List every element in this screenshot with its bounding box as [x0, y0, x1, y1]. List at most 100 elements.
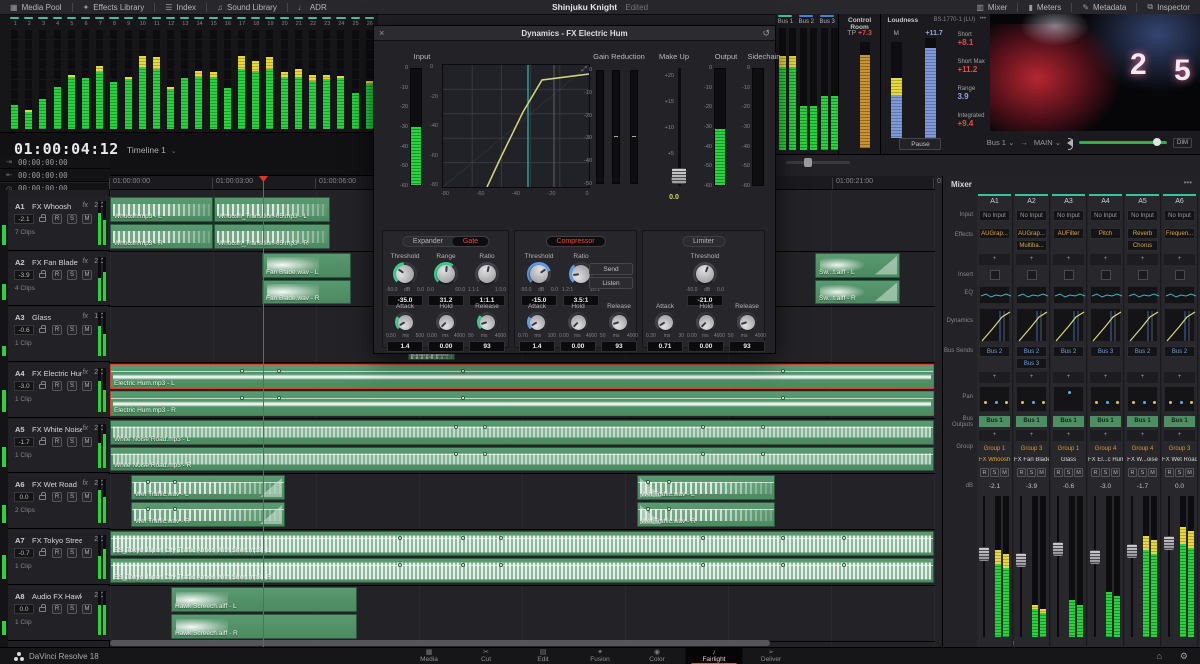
add-output-button[interactable]: +: [1127, 430, 1158, 441]
strip-insert-toggle[interactable]: [1064, 270, 1074, 280]
automation-point[interactable]: [842, 536, 846, 540]
audio-clip[interactable]: White Noise Road.mp3 - L: [110, 420, 934, 445]
track-solo-button[interactable]: S: [67, 381, 77, 391]
automation-point[interactable]: [240, 396, 244, 400]
fader-handle[interactable]: [979, 547, 989, 561]
track-header-a8[interactable]: A8Audio FX Hawk Sc...2.00.0RSM1 Clip: [8, 586, 110, 641]
audio-clip[interactable]: Whoosh_Transition-05.mp3 - R: [214, 224, 330, 249]
track-mute-button[interactable]: M: [82, 492, 92, 502]
automation-point[interactable]: [398, 563, 402, 567]
monitor-bus-select[interactable]: Bus 1 ⌄: [987, 138, 1015, 147]
strip-bus-output[interactable]: Bus 1: [1016, 416, 1047, 427]
lock-icon[interactable]: [39, 217, 46, 222]
strip-effect-plugin[interactable]: Multiba...: [1016, 240, 1047, 251]
strip-dynamics-thumbnail[interactable]: [1016, 308, 1047, 342]
track-solo-button[interactable]: S: [67, 214, 77, 224]
automation-point[interactable]: [454, 452, 458, 456]
dynamics-dialog-titlebar[interactable]: × Dynamics - FX Electric Hum ↺: [374, 26, 775, 41]
audio-clip[interactable]: Electric Hum.mp3 - R: [110, 391, 934, 416]
home-icon[interactable]: ⌂: [1156, 651, 1161, 662]
track-header-a3[interactable]: A3Glassfx1.0-0.6RSM1 Clip: [8, 307, 110, 362]
mixer-button[interactable]: ▥ Mixer: [966, 0, 1017, 15]
lock-icon[interactable]: [39, 384, 46, 389]
strip-bus-output[interactable]: Bus 1: [1164, 416, 1195, 427]
limiter-release-knob[interactable]: Release 50 ms 4000 93: [727, 303, 767, 352]
limiter-attack-knob[interactable]: Attack 0.30 ms 30 0.71: [645, 303, 685, 352]
strip-insert-toggle[interactable]: [990, 270, 1000, 280]
strip-bus-output[interactable]: Bus 1: [1053, 416, 1084, 427]
index-button[interactable]: ☰ Index: [155, 0, 206, 15]
gate-tab[interactable]: Gate: [453, 237, 488, 246]
strip-bus-send[interactable]: Bus 3: [1090, 346, 1121, 357]
audio-clip[interactable]: Wet Traffic.wav - R: [131, 502, 285, 527]
track-header-a5[interactable]: A5FX White Noisefx2.0-1.7RSM1 Clip: [8, 419, 110, 473]
audio-clip[interactable]: Fan Blade.wav - R: [262, 280, 351, 305]
strip-pan-control[interactable]: [1164, 386, 1195, 412]
page-tab-media[interactable]: ▦ Media: [401, 648, 458, 664]
compressor-tab[interactable]: Compressor: [546, 237, 604, 246]
send-button[interactable]: Send: [589, 263, 633, 275]
strip-pan-control[interactable]: [979, 386, 1010, 412]
automation-point[interactable]: [483, 452, 487, 456]
audio-clip[interactable]: Hawk Screech.aiff - L: [171, 587, 357, 612]
dim-button[interactable]: DIM: [1173, 138, 1192, 148]
fade-handle[interactable]: [875, 256, 897, 275]
strip-group-assign[interactable]: Group 3: [1164, 444, 1195, 455]
automation-point[interactable]: [842, 563, 846, 567]
fader-handle[interactable]: [1090, 550, 1100, 564]
audio-clip[interactable]: Electric Hum.mp3 - L: [110, 364, 934, 389]
automation-point[interactable]: [781, 536, 785, 540]
automation-point[interactable]: [761, 425, 765, 429]
track-mute-button[interactable]: M: [82, 381, 92, 391]
track-record-arm-button[interactable]: R: [52, 604, 62, 614]
strip-solo-button[interactable]: S: [1175, 468, 1184, 477]
compressor-attack-knob[interactable]: Attack 0.70 ms 100 1.4: [517, 303, 557, 352]
automation-point[interactable]: [277, 396, 281, 400]
strip-solo-button[interactable]: S: [990, 468, 999, 477]
strip-bus-send[interactable]: Bus 2: [1053, 346, 1084, 357]
audio-clip[interactable]: Whoosh.mp3 - L: [110, 197, 213, 222]
strip-record-button[interactable]: R: [1128, 468, 1137, 477]
strip-solo-button[interactable]: S: [1138, 468, 1147, 477]
pause-button[interactable]: Pause: [899, 138, 941, 150]
audio-clip[interactable]: White Noise Road.mp3 - R: [110, 447, 934, 472]
strip-pan-control[interactable]: [1090, 386, 1121, 412]
strip-effect-plugin[interactable]: AUGrap...: [979, 228, 1010, 239]
strip-bus-output[interactable]: Bus 1: [979, 416, 1010, 427]
audio-clip[interactable]: Whoosh_Transition-05.mp3 - L: [214, 197, 330, 222]
add-send-button[interactable]: +: [1164, 372, 1195, 383]
strip-mute-button[interactable]: M: [1074, 468, 1083, 477]
automation-point[interactable]: [146, 507, 150, 511]
timeline-zoom-slider[interactable]: [786, 161, 850, 164]
track-record-arm-button[interactable]: R: [52, 492, 62, 502]
mixer-strip-a1[interactable]: A1 No Input AUGrap... + Bus 2 + Bus 1 + Group 1F…: [977, 194, 1013, 647]
limiter-threshold-knob[interactable]: Threshold -50.0 dB 0.0 -21.0: [685, 253, 725, 306]
listen-button[interactable]: Listen: [589, 277, 633, 289]
strip-dynamics-thumbnail[interactable]: [1053, 308, 1084, 342]
mixer-strip-a6[interactable]: A6 No Input Frequen... + Bus 2 + Bus 1 + Group 3…: [1162, 194, 1198, 647]
gate-attack-knob[interactable]: Attack 0.50 ms 500 1.4: [385, 303, 425, 352]
track-mute-button[interactable]: M: [82, 548, 92, 558]
automation-point[interactable]: [454, 425, 458, 429]
track-mute-button[interactable]: M: [82, 437, 92, 447]
page-tab-deliver[interactable]: ➢ Deliver: [743, 648, 800, 664]
automation-point[interactable]: [761, 452, 765, 456]
strip-record-button[interactable]: R: [980, 468, 989, 477]
mixer-strip-a5[interactable]: A5 No Input Reverb Chorus + Bus 2 + Bus 1 + Group…: [1125, 194, 1161, 647]
automation-point[interactable]: [240, 369, 244, 373]
strip-input-select[interactable]: No Input: [1053, 210, 1084, 221]
automation-point[interactable]: [461, 536, 465, 540]
track-header-a2[interactable]: A2FX Fan Bladefx2.0-3.9RSM4 Clips: [8, 252, 110, 306]
expander-tab[interactable]: Expander: [403, 237, 453, 246]
automation-point[interactable]: [461, 369, 465, 373]
strip-dynamics-thumbnail[interactable]: [1127, 308, 1158, 342]
limiter-tab[interactable]: Limiter: [683, 237, 724, 246]
strip-pan-control[interactable]: [1016, 386, 1047, 412]
automation-point[interactable]: [499, 563, 503, 567]
strip-input-select[interactable]: No Input: [1090, 210, 1121, 221]
meters-button[interactable]: ▮ Meters: [1018, 0, 1071, 15]
track-mute-button[interactable]: M: [82, 270, 92, 280]
strip-input-select[interactable]: No Input: [1016, 210, 1047, 221]
automation-point[interactable]: [398, 536, 402, 540]
lock-icon[interactable]: [39, 551, 46, 556]
